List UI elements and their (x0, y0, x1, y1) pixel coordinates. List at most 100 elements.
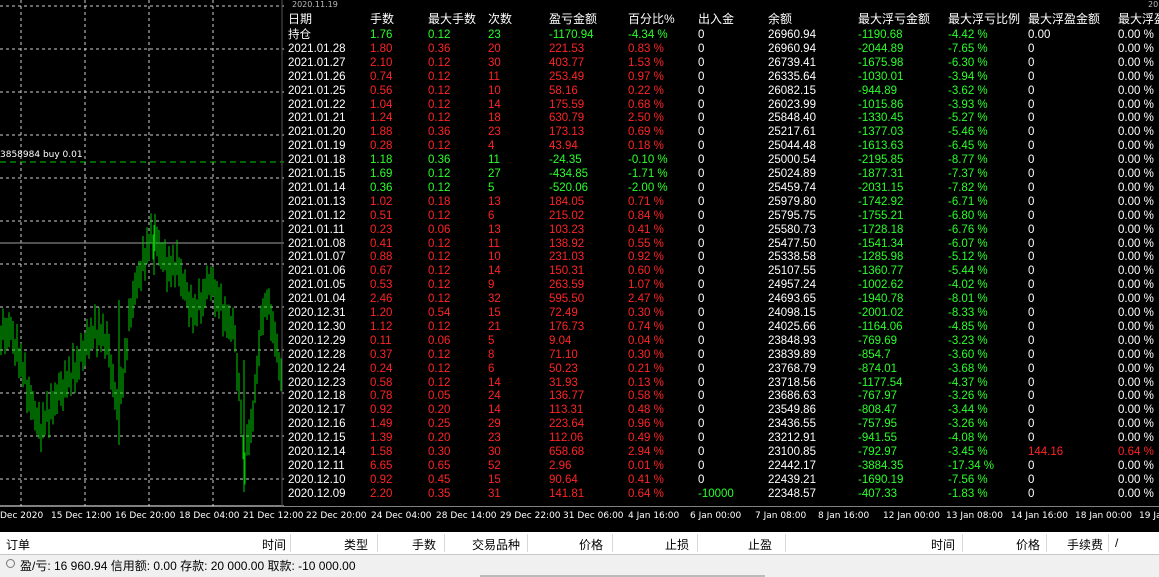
time-axis-label: 14 Jan 16:00 (1011, 511, 1068, 521)
stats-cell: -8.33 % (948, 307, 988, 319)
terminal-column-header[interactable]: 交易品种 (472, 536, 520, 553)
terminal-column-header[interactable]: 时间 (931, 536, 955, 553)
stats-cell: 24693.65 (768, 293, 816, 306)
stats-cell: 0.00 % (1118, 293, 1154, 306)
stats-cell: 0 (1028, 293, 1035, 306)
column-separator[interactable] (697, 534, 698, 552)
stats-cell: -792.97 (858, 446, 898, 458)
terminal-column-header[interactable]: 价格 (579, 536, 603, 553)
stats-cell: 5 (488, 181, 495, 194)
stats-cell: 0.00 % (1118, 223, 1154, 236)
stats-cell: 0.48 % (628, 404, 664, 417)
column-separator[interactable] (377, 534, 378, 552)
terminal-column-header[interactable]: 止盈 (748, 536, 772, 553)
stats-cell: 0 (698, 473, 705, 486)
stats-cell: 0.12 (428, 237, 451, 250)
stats-cell: 0.54 (428, 307, 451, 319)
column-separator[interactable] (962, 534, 963, 552)
order-line-label: 3858984 buy 0.01 (0, 150, 83, 160)
stats-cell: 2020.12.23 (288, 376, 346, 389)
stats-cell: 0.12 (428, 251, 451, 264)
stats-cell: 6 (488, 209, 495, 222)
stats-cell: 0 (698, 70, 705, 83)
stats-cell: 0 (1028, 209, 1035, 222)
stats-cell: 2020.12.28 (288, 348, 346, 361)
stats-cell: -6.45 % (948, 140, 988, 153)
stats-cell: 11 (488, 154, 500, 167)
stats-cell: 0.00 % (1118, 307, 1154, 319)
stats-cell: 2021.01.08 (288, 237, 346, 250)
stats-cell: 0 (1028, 487, 1035, 500)
stats-cell: 0 (698, 84, 705, 97)
terminal-column-header[interactable]: 订单 (6, 536, 30, 553)
stats-cell: 4 (488, 140, 495, 153)
stats-cell: 14 (488, 265, 501, 278)
terminal-column-header[interactable]: 止损 (665, 536, 689, 553)
stats-cell: 2.94 % (628, 446, 664, 458)
stats-cell: -4.85 % (948, 320, 988, 333)
terminal-column-header[interactable]: 类型 (344, 536, 368, 553)
stats-cell: 0.30 % (628, 348, 664, 361)
stats-cell: 0 (698, 348, 705, 361)
terminal-column-header[interactable]: 时间 (262, 536, 286, 553)
stats-cell: -3.23 % (948, 334, 988, 347)
stats-cell: -3.26 % (948, 418, 988, 431)
stats-cell: 0.71 % (628, 195, 664, 208)
stats-cell: 0.04 % (628, 334, 664, 347)
stats-cell: -1675.98 (858, 56, 904, 69)
column-separator[interactable] (1046, 534, 1047, 552)
stats-cell: 0.97 % (628, 70, 664, 83)
stats-cell: 24957.24 (768, 279, 816, 292)
stats-header-cell: 最大浮亏金额 (858, 12, 931, 26)
time-axis-label: 31 Dec 06:00 (563, 511, 624, 521)
terminal-panel: 订单 时间 类型 手数 交易品种 价格 止损 止盈 时间 价格 手续费 / 盈/亏: 16 960.9… (0, 532, 1159, 577)
terminal-column-header[interactable]: / (1115, 536, 1118, 550)
stats-cell: 1.88 (370, 126, 393, 139)
stats-cell: 14 (488, 376, 501, 389)
stats-cell: 2021.01.26 (288, 70, 346, 83)
stats-cell: 0.55 % (628, 237, 664, 250)
stats-cell: 23768.79 (768, 362, 816, 375)
stats-cell: 2021.01.15 (288, 168, 346, 180)
terminal-column-header[interactable]: 手续费 (1067, 536, 1103, 553)
stats-cell: 0.01 % (628, 459, 664, 472)
stats-cell: 0.12 (428, 70, 451, 83)
stats-cell: 22442.17 (768, 459, 816, 472)
stats-cell: 0 (698, 251, 705, 264)
column-separator[interactable] (612, 534, 613, 552)
stats-cell: -1.83 % (948, 487, 988, 500)
stats-cell: 0 (1028, 154, 1035, 167)
terminal-column-header[interactable]: 手数 (412, 536, 436, 553)
column-separator[interactable] (527, 534, 528, 552)
time-axis-label: 4 Jan 16:00 (628, 511, 680, 521)
column-separator[interactable] (1108, 534, 1109, 552)
stats-cell: 23212.91 (768, 432, 816, 445)
stats-cell: -4.34 % (628, 29, 668, 41)
stats-cell: 0.00 % (1118, 195, 1154, 208)
stats-cell: 0.12 (428, 376, 451, 389)
stats-cell: -2001.02 (858, 307, 904, 319)
stats-cell: 23 (488, 29, 501, 41)
stats-cell: 8 (488, 348, 495, 361)
stats-cell: 0.12 (428, 56, 451, 69)
terminal-column-header[interactable]: 价格 (1016, 536, 1040, 553)
account-summary-row[interactable]: 盈/亏: 16 960.94 信用额: 0.00 存款: 20 000.00 取… (0, 555, 1159, 575)
price-chart[interactable]: 3858984 buy 0.01 日期 手数 最大手数 次数 盈亏金额 百分比% 出入金 余额… (0, 0, 1159, 527)
column-separator[interactable] (290, 534, 291, 552)
stats-cell: -2195.85 (858, 154, 904, 167)
stats-cell: 253.49 (549, 70, 585, 83)
column-separator[interactable] (785, 534, 786, 552)
stats-cell: 0 (1028, 334, 1035, 347)
stats-cell: 2021.01.22 (288, 98, 346, 111)
stats-cell: -3.44 % (948, 404, 988, 417)
stats-cell: 1.49 (370, 418, 393, 431)
stats-cell: 2.47 % (628, 293, 664, 306)
stats-cell: -944.89 (858, 84, 898, 97)
stats-cell: 0.64 % (628, 487, 664, 500)
stats-cell: 2.10 (370, 56, 393, 69)
stats-cell: 43.94 (549, 140, 578, 153)
stats-cell: 0.00 % (1118, 42, 1154, 55)
stats-cell: 0.68 % (628, 98, 664, 111)
column-separator[interactable] (444, 534, 445, 552)
stats-cell: 0.00 % (1118, 265, 1154, 278)
